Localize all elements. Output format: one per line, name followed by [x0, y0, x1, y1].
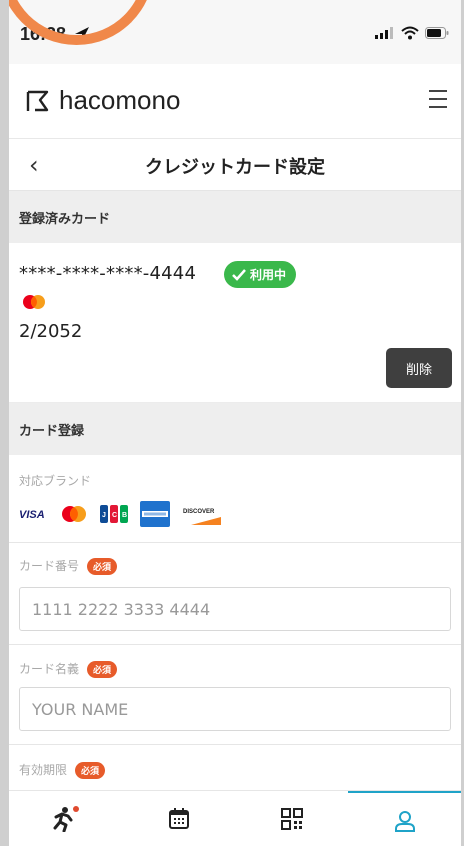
left-frame	[0, 0, 9, 846]
card-number-input[interactable]: 1111 2222 3333 4444	[19, 587, 451, 631]
tab-profile[interactable]	[348, 791, 461, 846]
register-heading: カード登録	[19, 424, 85, 439]
runner-icon	[53, 806, 79, 832]
card-number-label: カード番号 必須	[19, 557, 118, 575]
signal-icon	[375, 27, 393, 39]
mastercard-brand-icon	[62, 506, 86, 522]
delete-card-button[interactable]: 削除	[386, 348, 452, 388]
divider	[9, 644, 461, 645]
jcb-icon: J C B	[100, 505, 128, 523]
card-name-input[interactable]: YOUR NAME	[19, 687, 451, 731]
required-badge: 必須	[87, 661, 118, 678]
required-badge: 必須	[87, 558, 118, 575]
svg-text:VISA: VISA	[19, 509, 45, 520]
tab-calendar[interactable]	[122, 791, 235, 846]
page-title: クレジットカード設定	[145, 157, 325, 178]
in-use-badge: 利用中	[224, 261, 297, 288]
svg-text:B: B	[122, 512, 127, 519]
american-express-icon	[140, 501, 170, 527]
register-section-header: カード登録	[9, 403, 461, 455]
wifi-icon	[401, 26, 419, 40]
brand-name: hacomono	[59, 85, 181, 115]
svg-text:C: C	[112, 512, 117, 519]
divider	[9, 744, 461, 745]
expiry-label: 有効期限 必須	[19, 761, 106, 779]
user-icon	[394, 811, 415, 832]
required-badge: 必須	[75, 762, 106, 779]
phone-screen: 16:38 hacomono ‹ クレジットカード設定 登録済みカード ****…	[9, 0, 461, 846]
card-name-label: カード名義 必須	[19, 660, 118, 678]
calendar-icon	[168, 808, 189, 829]
registered-heading: 登録済みカード	[19, 212, 111, 227]
supported-brands: VISA J C B DISCOVER	[19, 501, 221, 527]
registered-card-number: ****-****-****-4444	[19, 263, 197, 284]
registered-card-expiry: 2/2052	[19, 321, 83, 342]
check-icon	[232, 268, 246, 281]
brand-logo[interactable]: hacomono	[25, 85, 180, 116]
tab-activity[interactable]	[9, 791, 122, 846]
registered-section-header: 登録済みカード	[9, 191, 461, 243]
qr-icon	[280, 808, 303, 830]
svg-text:DISCOVER: DISCOVER	[183, 509, 215, 515]
divider	[9, 542, 461, 543]
hamburger-menu-icon[interactable]	[429, 90, 447, 108]
discover-icon: DISCOVER	[181, 503, 221, 525]
tab-qr[interactable]	[235, 791, 348, 846]
status-icons	[375, 26, 449, 40]
app-header: hacomono	[9, 64, 461, 140]
bottom-tab-bar	[9, 790, 461, 846]
svg-text:J: J	[102, 512, 106, 519]
hacomono-logo-icon	[26, 90, 49, 111]
in-use-label: 利用中	[250, 268, 287, 282]
mastercard-icon	[23, 295, 45, 309]
supported-brands-label: 対応ブランド	[19, 474, 92, 488]
registered-card: ****-****-****-4444 利用中 2/2052 削除	[9, 244, 461, 403]
page-titlebar: ‹ クレジットカード設定	[9, 139, 461, 191]
visa-icon: VISA	[19, 509, 45, 520]
battery-icon	[425, 27, 449, 39]
card-register-form: 対応ブランド VISA J C B DISCOVER カード番号 必須 1111…	[9, 456, 461, 790]
